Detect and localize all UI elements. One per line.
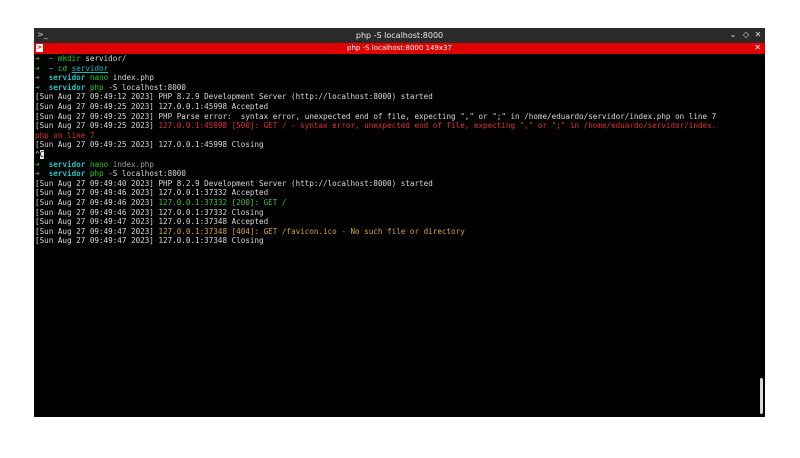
command: php (89, 169, 104, 179)
log-timestamp: [Sun Aug 27 09:49:47 2023] (35, 217, 154, 227)
log-timestamp: [Sun Aug 27 09:49:47 2023] (35, 226, 154, 236)
maximize-icon[interactable]: ◇ (741, 30, 751, 39)
terminal-output[interactable]: ➜ ~ mkdir servidor/➜ ~ cd servidor ➜ serv… (35, 54, 757, 416)
command: nano (89, 73, 109, 83)
terminal-line: [Sun Aug 27 09:49:47 2023] 127.0.0.1:373… (35, 227, 757, 237)
prompt-path: servidor (48, 159, 86, 169)
prompt-path: servidor (48, 73, 86, 83)
prompt-arrow-icon: ➜ (35, 159, 40, 169)
terminal-line: ➜ servidor nano index.php (35, 160, 757, 170)
log-timestamp: [Sun Aug 27 09:49:40 2023] (35, 178, 154, 188)
title-bar[interactable]: >_ php -S localhost:8000 ⌄ ◇ ✕ (34, 28, 765, 43)
interrupt-caret: ^ (35, 149, 40, 159)
log-timestamp: [Sun Aug 27 09:49:25 2023] (35, 121, 154, 131)
prompt-arrow-icon: ➜ (35, 169, 40, 179)
terminal-line: [Sun Aug 27 09:49:25 2023] 127.0.0.1:459… (35, 140, 757, 150)
terminal-line: [Sun Aug 27 09:49:47 2023] 127.0.0.1:373… (35, 236, 757, 246)
terminal-line: [Sun Aug 27 09:49:46 2023] 127.0.0.1:373… (35, 208, 757, 218)
log-timestamp: [Sun Aug 27 09:49:25 2023] (35, 111, 154, 121)
log-message: PHP 8.2.9 Development Server (http://loc… (158, 178, 433, 188)
prompt-arrow-icon: ➜ (35, 63, 40, 73)
log-timestamp: [Sun Aug 27 09:49:25 2023] (35, 140, 154, 150)
log-message: 127.0.0.1:37348 Closing (158, 236, 264, 246)
command-args: -S localhost:8000 (108, 169, 186, 179)
prompt-path: ~ (48, 63, 54, 73)
terminal-line: ➜ servidor nano index.php (35, 73, 757, 83)
terminal-line: [Sun Aug 27 09:49:25 2023] 127.0.0.1:459… (35, 121, 757, 131)
command: nano (89, 159, 109, 169)
log-message: 127.0.0.1:37348 Accepted (158, 217, 269, 227)
log-timestamp: [Sun Aug 27 09:49:46 2023] (35, 207, 154, 217)
log-timestamp: [Sun Aug 27 09:49:12 2023] (35, 92, 154, 102)
terminal-line: ➜ servidor php -S localhost:8000 (35, 83, 757, 93)
interrupt-line: ^C (35, 149, 757, 160)
log-message: 127.0.0.1:45998 Closing (158, 140, 264, 150)
prompt-path: ~ (48, 54, 54, 63)
log-message: PHP 8.2.9 Development Server (http://loc… (158, 92, 433, 102)
cursor: C (39, 149, 45, 159)
log-message: 127.0.0.1:37332 Closing (158, 207, 264, 217)
command-args: servidor (71, 63, 109, 73)
log-timestamp: [Sun Aug 27 09:49:47 2023] (35, 236, 154, 246)
terminal-line: php on line 7 (35, 131, 757, 141)
log-message: 127.0.0.1:37332 Accepted (158, 188, 269, 198)
command: cd (57, 63, 68, 73)
log-message: 127.0.0.1:37348 [404]: GET /favicon.ico … (158, 226, 465, 236)
scrollbar[interactable] (760, 378, 763, 414)
tab-bar: > php -S localhost:8000 149x37 ✕ (34, 43, 765, 54)
log-message: 127.0.0.1:37332 [200]: GET / (158, 197, 287, 207)
log-timestamp: [Sun Aug 27 09:49:46 2023] (35, 197, 154, 207)
prompt-arrow-icon: ➜ (35, 82, 40, 92)
terminal-line: ➜ ~ mkdir servidor/ (35, 54, 757, 64)
terminal-line: [Sun Aug 27 09:49:46 2023] 127.0.0.1:373… (35, 198, 757, 208)
terminal-line: [Sun Aug 27 09:49:47 2023] 127.0.0.1:373… (35, 217, 757, 227)
tab-close-icon[interactable]: ✕ (754, 43, 761, 52)
terminal-line: ➜ servidor php -S localhost:8000 (35, 169, 757, 179)
log-message-continued: php on line 7 (35, 130, 95, 140)
command: php (89, 82, 104, 92)
command-args: index.php (112, 73, 154, 83)
log-message: 127.0.0.1:45998 [500]: GET / - syntax er… (158, 121, 717, 131)
tab-title[interactable]: php -S localhost:8000 149x37 (34, 44, 765, 52)
terminal-window: >_ php -S localhost:8000 ⌄ ◇ ✕ > php -S … (34, 28, 765, 417)
terminal-line: [Sun Aug 27 09:49:12 2023] PHP 8.2.9 Dev… (35, 92, 757, 102)
minimize-icon[interactable]: ⌄ (728, 30, 738, 39)
command-args: servidor/ (85, 54, 127, 63)
log-message: PHP Parse error: syntax error, unexpecte… (158, 111, 717, 121)
prompt-arrow-icon: ➜ (35, 73, 40, 83)
log-timestamp: [Sun Aug 27 09:49:46 2023] (35, 188, 154, 198)
log-message: 127.0.0.1:45998 Accepted (158, 101, 269, 111)
command: mkdir (57, 54, 81, 63)
terminal-line: [Sun Aug 27 09:49:25 2023] 127.0.0.1:459… (35, 102, 757, 112)
command-args: -S localhost:8000 (108, 82, 186, 92)
terminal-line: ➜ ~ cd servidor (35, 64, 757, 74)
close-icon[interactable]: ✕ (753, 30, 763, 39)
terminal-line: [Sun Aug 27 09:49:46 2023] 127.0.0.1:373… (35, 188, 757, 198)
prompt-path: servidor (48, 82, 86, 92)
terminal-line: [Sun Aug 27 09:49:40 2023] PHP 8.2.9 Dev… (35, 179, 757, 189)
command-args: index.php (112, 159, 154, 169)
prompt-arrow-icon: ➜ (35, 54, 40, 63)
window-title: php -S localhost:8000 (355, 31, 444, 40)
prompt-path: servidor (48, 169, 86, 179)
terminal-line: [Sun Aug 27 09:49:25 2023] PHP Parse err… (35, 112, 757, 122)
log-timestamp: [Sun Aug 27 09:49:25 2023] (35, 101, 154, 111)
